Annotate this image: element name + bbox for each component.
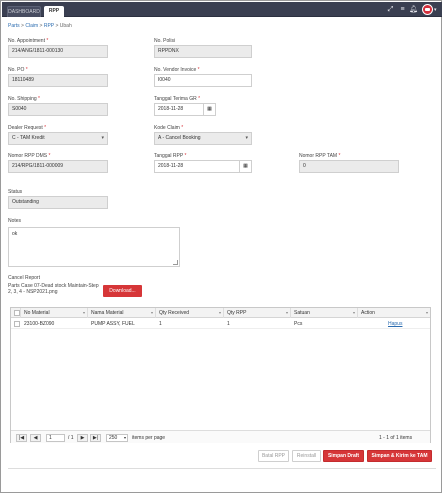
breadcrumb: Parts > Claim > RPP > Ubah <box>8 23 72 29</box>
list-icon[interactable]: ≡ <box>398 5 407 14</box>
expand-icon[interactable]: ⤢ <box>386 5 395 14</box>
kode-claim-select[interactable]: A - Cancel Booking <box>154 132 252 145</box>
tanggal-terima-gr-input[interactable]: 2018-11-28 ▦ <box>154 103 216 116</box>
simpan-kirim-button[interactable]: Simpan & Kirim ke TAM <box>367 450 432 462</box>
cell-satuan: Pcs <box>294 321 303 327</box>
items-per-page-label: items per page <box>132 435 166 441</box>
column-header-qty-received[interactable]: Qty Received ▾ <box>156 308 224 318</box>
prev-page-button[interactable]: ◀ <box>30 434 41 442</box>
tab-rpp[interactable]: RPP <box>44 6 64 17</box>
notes-label: Notes <box>8 218 22 224</box>
no-shipping-label: No. Shipping * <box>8 96 40 102</box>
no-po-field: 18110489 <box>8 74 108 87</box>
nomor-rpp-tam-field: 0 <box>299 160 399 173</box>
tab-dashboard[interactable]: DASHBOARD <box>7 6 41 17</box>
no-polisi-label: No. Polisi <box>154 38 176 44</box>
status-label: Status <box>8 189 23 195</box>
dealer-request-select[interactable]: C - TAM Kredit <box>8 132 108 145</box>
tanggal-rpp-input[interactable]: 2018-11-28 ▦ <box>154 160 252 173</box>
next-page-button[interactable]: ▶ <box>77 434 88 442</box>
material-table: No Material ▾ Nama Material ▾ Qty Received… <box>10 307 431 443</box>
no-shipping-field: S0040 <box>8 103 108 116</box>
cancel-report-label: Cancel Report <box>8 275 40 281</box>
nomor-rpp-tam-label: Nomor RPP TAM * <box>299 153 341 159</box>
no-polisi-field: RPPDNX <box>154 45 252 58</box>
kode-claim-label: Kode Claim * <box>154 125 184 131</box>
user-avatar-icon[interactable] <box>422 4 433 15</box>
pager-summary: 1 - 1 of 1 items <box>379 435 413 441</box>
tanggal-terima-gr-label: Tanggal Terima GR * <box>154 96 201 102</box>
last-page-button[interactable]: ▶| <box>90 434 101 442</box>
page-count-text: / 1 <box>68 435 74 441</box>
download-button[interactable]: Download... <box>103 285 142 297</box>
calendar-icon[interactable]: ▦ <box>239 161 251 172</box>
select-all-checkbox[interactable] <box>14 310 20 316</box>
bell-icon[interactable]: 🔔︎ <box>409 5 418 14</box>
no-appointment-label: No. Appointment * <box>8 38 49 44</box>
cancel-report-filename: Parts Case 07-Dead stock Maintain-Step 2… <box>8 283 99 295</box>
tanggal-rpp-label: Tanggal RPP * <box>154 153 187 159</box>
page-size-select[interactable]: 250 <box>106 434 128 442</box>
dealer-request-label: Dealer Request * <box>8 125 47 131</box>
hapus-link[interactable]: Hapus <box>388 321 402 327</box>
no-po-label: No. PO * <box>8 67 28 73</box>
column-header-action[interactable]: Action ▾ <box>358 308 430 318</box>
table-header: No Material ▾ Nama Material ▾ Qty Received… <box>11 308 430 318</box>
select-all-cell <box>11 308 21 318</box>
column-header-no-material[interactable]: No Material ▾ <box>21 308 88 318</box>
row-select-cell <box>11 319 21 329</box>
breadcrumb-parts[interactable]: Parts <box>8 23 20 29</box>
no-vendor-invoice-input[interactable]: I0040 <box>154 74 252 87</box>
cell-action: Hapus <box>385 319 415 329</box>
reinstall-button[interactable]: Reinstall <box>292 450 321 462</box>
chevron-down-icon[interactable]: ▾ <box>434 7 437 13</box>
breadcrumb-rpp[interactable]: RPP <box>44 23 54 29</box>
column-header-satuan[interactable]: Satuan ▾ <box>291 308 358 318</box>
breadcrumb-current: Ubah <box>59 23 72 29</box>
column-header-qty-rpp[interactable]: Qty RPP ▾ <box>224 308 291 318</box>
no-vendor-invoice-label: No. Vendor Invoice * <box>154 67 200 73</box>
column-header-nama-material[interactable]: Nama Material ▾ <box>88 308 156 318</box>
app-frame: DASHBOARD RPP ⤢ ≡ 🔔︎ ▾ Parts > Claim > R… <box>0 0 442 493</box>
first-page-button[interactable]: |◀ <box>16 434 27 442</box>
cell-qty-received: 1 <box>159 321 162 327</box>
cell-nama-material: PUMP ASSY, FUEL <box>91 321 135 327</box>
page-number-input[interactable]: 1 <box>46 434 65 442</box>
no-appointment-field: 214/ANG/1811-000130 <box>8 45 108 58</box>
breadcrumb-claim[interactable]: Claim <box>25 23 38 29</box>
row-checkbox[interactable] <box>14 321 20 327</box>
batal-rpp-button[interactable]: Batal RPP <box>258 450 289 462</box>
status-field: Outstanding <box>8 196 108 209</box>
nomor-rpp-dms-label: Nomor RPP DMS * <box>8 153 51 159</box>
cell-no-material: 23100-BZ090 <box>24 321 55 327</box>
footer-divider <box>8 468 436 469</box>
cell-qty-rpp[interactable]: 1 <box>224 319 291 329</box>
notes-textarea[interactable]: ok <box>8 227 180 267</box>
table-pager: |◀ ◀ 1 / 1 ▶ ▶| 250 items per page 1 - 1… <box>11 430 430 443</box>
table-row: 23100-BZ090 PUMP ASSY, FUEL 1 1 Pcs Hapu… <box>11 319 430 329</box>
top-navigation-bar: DASHBOARD RPP ⤢ ≡ 🔔︎ ▾ <box>2 2 442 17</box>
simpan-draft-button[interactable]: Simpan Draft <box>323 450 364 462</box>
calendar-icon[interactable]: ▦ <box>203 104 215 115</box>
nomor-rpp-dms-field: 214/RPG/1811-000009 <box>8 160 108 173</box>
